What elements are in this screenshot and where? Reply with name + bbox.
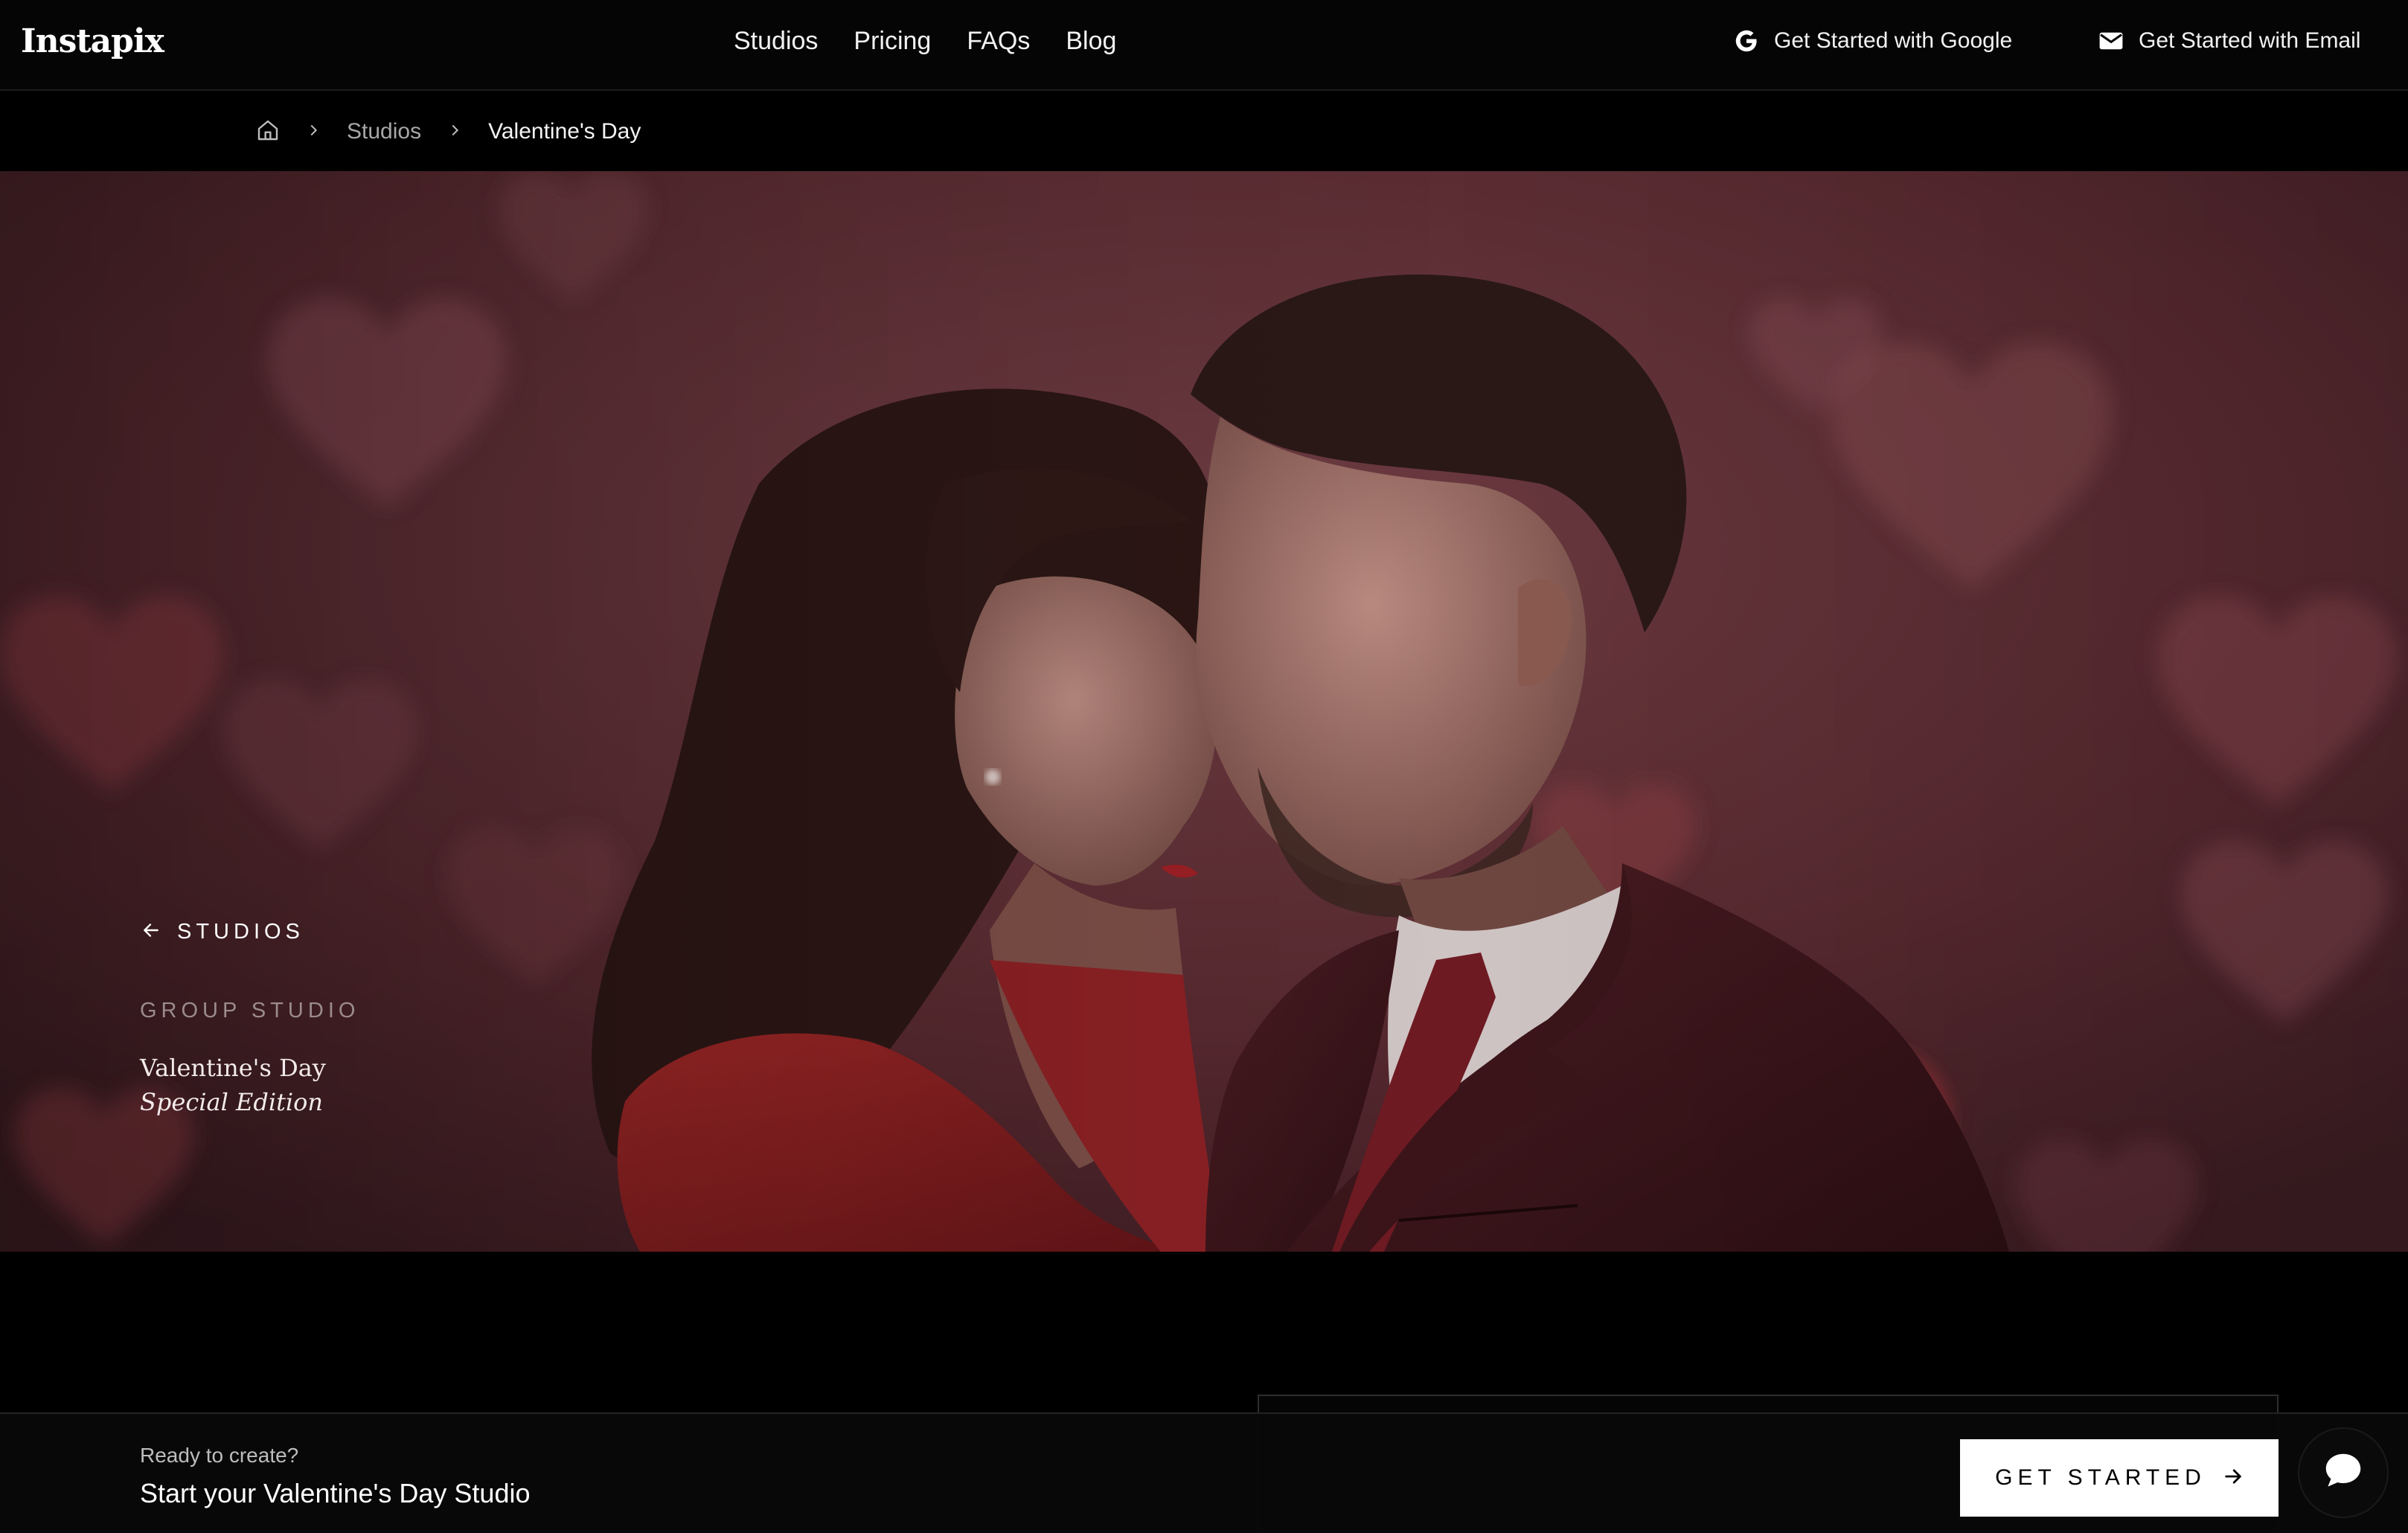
get-started-label: GET STARTED bbox=[1995, 1465, 2206, 1490]
arrow-right-icon bbox=[2223, 1466, 2244, 1491]
nav-link-faqs[interactable]: FAQs bbox=[967, 27, 1030, 56]
google-signup-button[interactable]: Get Started with Google bbox=[1734, 28, 2012, 54]
email-signup-button[interactable]: Get Started with Email bbox=[2098, 28, 2360, 54]
hero-section: STUDIOS GROUP STUDIO Valentine's Day Spe… bbox=[0, 171, 2408, 1252]
top-navigation: Instapix Studios Pricing FAQs Blog Get S… bbox=[0, 0, 2408, 91]
studio-subtitle: Special Edition bbox=[140, 1088, 324, 1116]
breadcrumb: Studios Valentine's Day bbox=[0, 92, 2408, 171]
main-nav: Studios Pricing FAQs Blog bbox=[734, 27, 1116, 56]
breadcrumb-current: Valentine's Day bbox=[488, 119, 641, 144]
nav-link-studios[interactable]: Studios bbox=[734, 27, 818, 56]
arrow-left-icon bbox=[141, 921, 161, 944]
chat-widget-button[interactable] bbox=[2299, 1429, 2387, 1517]
mail-icon bbox=[2098, 31, 2124, 51]
home-icon[interactable] bbox=[256, 118, 280, 146]
sticky-cta-bar: Ready to create? Start your Valentine's … bbox=[0, 1412, 2408, 1533]
studio-category: GROUP STUDIO bbox=[140, 999, 360, 1022]
breadcrumb-studios[interactable]: Studios bbox=[347, 119, 421, 144]
ready-prompt: Ready to create? bbox=[140, 1444, 299, 1467]
start-studio-text: Start your Valentine's Day Studio bbox=[140, 1478, 531, 1508]
back-link-label: STUDIOS bbox=[177, 920, 304, 944]
back-to-studios-link[interactable]: STUDIOS bbox=[141, 920, 304, 944]
brand-logo[interactable]: Instapix bbox=[21, 22, 164, 60]
nav-link-blog[interactable]: Blog bbox=[1066, 27, 1116, 56]
email-signup-label: Get Started with Email bbox=[2139, 28, 2361, 53]
studio-title: Valentine's Day bbox=[140, 1054, 326, 1082]
nav-link-pricing[interactable]: Pricing bbox=[854, 27, 931, 56]
get-started-button[interactable]: GET STARTED bbox=[1960, 1439, 2279, 1517]
hero-overlay bbox=[0, 171, 2408, 1252]
chevron-right-icon bbox=[446, 122, 463, 142]
google-icon bbox=[1734, 28, 1759, 54]
chat-bubble-icon bbox=[2320, 1448, 2366, 1498]
google-signup-label: Get Started with Google bbox=[1774, 28, 2013, 53]
chevron-right-icon bbox=[305, 122, 321, 142]
